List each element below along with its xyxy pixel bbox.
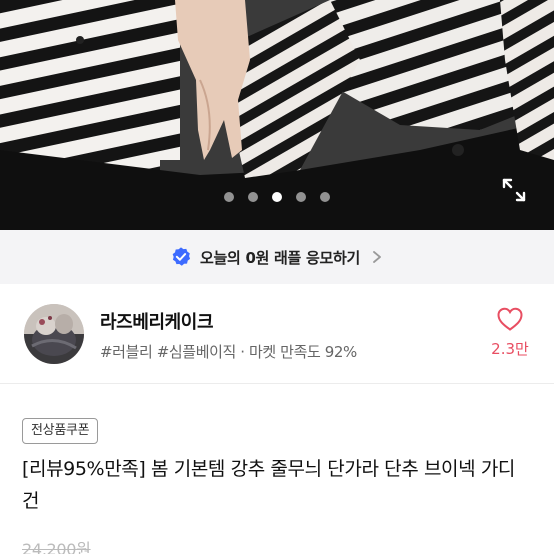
shop-info[interactable]: 라즈베리케이크 #러블리 #심플베이직 · 마켓 만족도 92% 2.3만 (0, 284, 554, 384)
shop-avatar[interactable] (24, 304, 84, 364)
shop-avatar-image (24, 304, 84, 364)
raffle-banner[interactable]: 오늘의 0원 래플 응모하기 (0, 230, 554, 284)
carousel-dot[interactable] (248, 192, 258, 202)
like-count: 2.3만 (491, 340, 529, 358)
original-price: 24,200원 (22, 540, 91, 554)
heart-icon (497, 307, 523, 331)
chevron-right-icon (373, 251, 381, 263)
product-title: [리뷰95%만족] 봄 기본템 강추 줄무늬 단가라 단추 브이넥 가디건 (22, 458, 516, 512)
carousel-dot-active[interactable] (272, 192, 282, 202)
carousel-dot[interactable] (296, 192, 306, 202)
shop-name[interactable]: 라즈베리케이크 (100, 308, 214, 334)
raffle-label: 오늘의 0원 래플 응모하기 (200, 248, 360, 267)
carousel-pagination (0, 192, 554, 202)
verified-check-icon (172, 247, 191, 266)
expand-icon[interactable] (500, 176, 528, 204)
shop-tags: #러블리 #심플베이직 · 마켓 만족도 92% (100, 343, 357, 361)
product-image-carousel[interactable] (0, 0, 554, 230)
carousel-dot[interactable] (320, 192, 330, 202)
like-button[interactable]: 2.3만 (482, 306, 538, 359)
coupon-badge: 전상품쿠폰 (22, 418, 99, 444)
carousel-dot[interactable] (224, 192, 234, 202)
